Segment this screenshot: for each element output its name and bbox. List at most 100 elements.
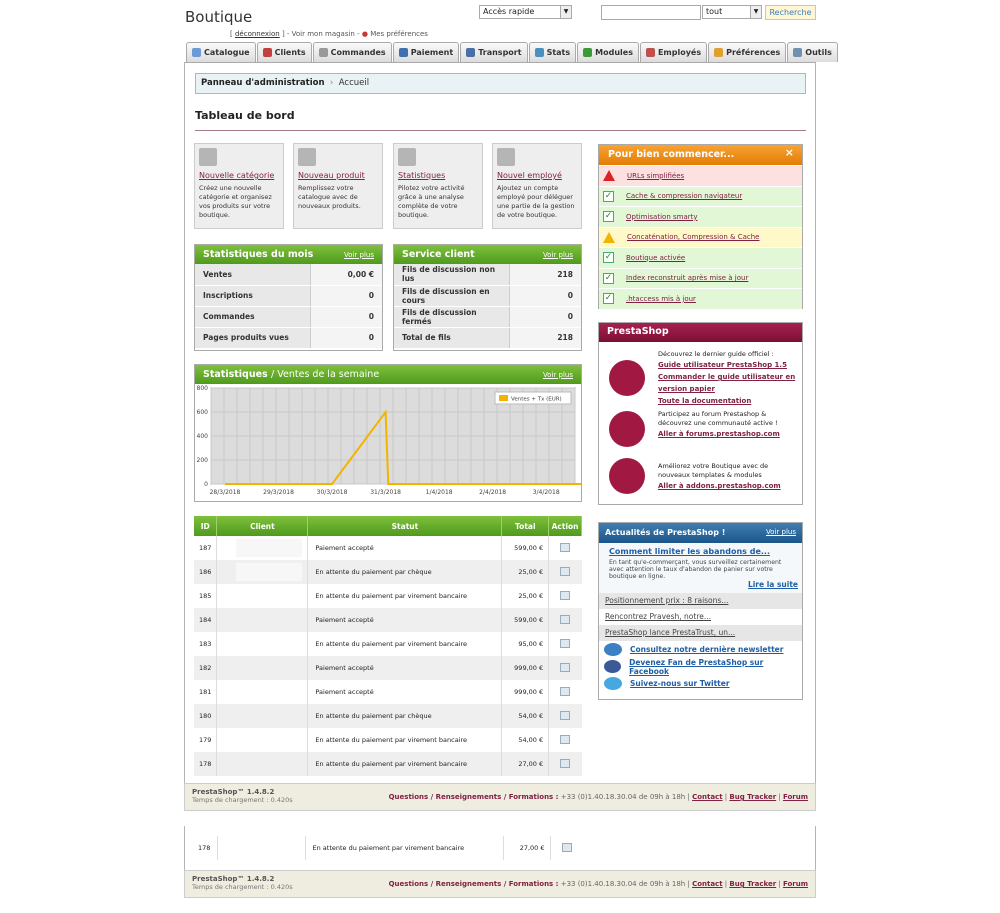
tab-employés[interactable]: Employés: [639, 42, 708, 62]
quick-access-select[interactable]: Accès rapide ▼: [479, 5, 572, 19]
new-employee-link[interactable]: Nouvel employé: [497, 171, 577, 180]
quick-action-product[interactable]: Nouveau produit Remplissez votre catalogu…: [293, 143, 383, 229]
legend-label: Ventes + Tx (EUR): [511, 397, 562, 403]
order-status: Paiement accepté: [307, 656, 503, 680]
table-row[interactable]: 181 Paiement accepté 999,00 €: [194, 680, 582, 704]
table-row[interactable]: 182 Paiement accepté 999,00 €: [194, 656, 582, 680]
view-icon[interactable]: [560, 614, 571, 624]
view-icon[interactable]: [560, 710, 571, 720]
x-tick-label: 31/3/2018: [370, 489, 401, 496]
checklist-link[interactable]: .htaccess mis à jour: [626, 295, 696, 303]
view-icon[interactable]: [560, 542, 571, 552]
new-product-link[interactable]: Nouveau produit: [298, 171, 378, 180]
breadcrumb-root[interactable]: Panneau d'administration: [201, 78, 325, 88]
y-tick-label: 400: [197, 433, 209, 440]
view-icon[interactable]: [560, 566, 571, 576]
service-more-link[interactable]: Voir plus: [543, 251, 573, 259]
addons-icon: [609, 458, 645, 494]
table-row[interactable]: 178 En attente du paiement par virement b…: [194, 752, 582, 776]
contact-link[interactable]: Contact: [692, 793, 723, 801]
column-header[interactable]: Action: [548, 516, 582, 536]
order-id: 179: [194, 728, 218, 752]
tab-stats[interactable]: Stats: [528, 42, 577, 62]
checklist-link[interactable]: URLs simplifiées: [627, 172, 684, 180]
news-item-link[interactable]: PrestaShop lance PrestaTrust, un...: [605, 628, 735, 637]
twitter-link[interactable]: Suivez-nous sur Twitter: [630, 679, 730, 688]
order-guide-link[interactable]: Commander le guide utilisateur en versio…: [658, 371, 798, 395]
tab-commandes[interactable]: Commandes: [312, 42, 392, 62]
table-row[interactable]: 184 Paiement accepté 599,00 €: [194, 608, 582, 632]
order-client: [216, 536, 309, 560]
checklist-link[interactable]: Optimisation smarty: [626, 213, 698, 221]
table-row[interactable]: 183 En attente du paiement par virement b…: [194, 632, 582, 656]
view-icon[interactable]: [560, 758, 571, 768]
stat-row: Inscriptions 0: [195, 285, 382, 307]
table-row[interactable]: 186 En attente du paiement par chèque 25,0…: [194, 560, 582, 584]
forum-footer-link[interactable]: Forum: [783, 793, 808, 801]
order-id: 183: [194, 632, 218, 656]
contact-link[interactable]: Contact: [692, 880, 723, 888]
view-icon[interactable]: [560, 638, 571, 648]
tab-transport[interactable]: Transport: [460, 42, 528, 62]
table-row[interactable]: 179 En attente du paiement par virement b…: [194, 728, 582, 752]
checklist-link[interactable]: Index reconstruit après mise à jour: [626, 274, 748, 282]
quick-action-employee[interactable]: Nouvel employé Ajoutez un compte employé …: [492, 143, 582, 229]
x-tick-label: 29/3/2018: [263, 489, 294, 496]
bug-tracker-link[interactable]: Bug Tracker: [729, 793, 776, 801]
column-header[interactable]: Total: [501, 516, 550, 536]
news-more-link[interactable]: Voir plus: [766, 528, 796, 536]
checklist-link[interactable]: Cache & compression navigateur: [626, 192, 742, 200]
new-category-link[interactable]: Nouvelle catégorie: [199, 171, 279, 180]
checklist-link[interactable]: Concaténation, Compression & Cache: [627, 233, 759, 241]
order-status: En attente du paiement par virement banc…: [307, 728, 503, 752]
table-row[interactable]: 185 En attente du paiement par virement b…: [194, 584, 582, 608]
order-status: En attente du paiement par chèque: [307, 704, 503, 728]
quick-action-stats[interactable]: Statistiques Pilotez votre activité grâce…: [393, 143, 483, 229]
tab-catalogue[interactable]: Catalogue: [186, 42, 256, 62]
facebook-link[interactable]: Devenez Fan de PrestaShop sur Facebook: [629, 658, 797, 676]
table-row[interactable]: 180 En attente du paiement par chèque 54,0…: [194, 704, 582, 728]
column-header[interactable]: Statut: [307, 516, 503, 536]
docs-link[interactable]: Toute la documentation: [658, 395, 798, 407]
search-button[interactable]: Recherche: [765, 5, 816, 20]
forum-footer-link[interactable]: Forum: [783, 880, 808, 888]
tab-préférences[interactable]: Préférences: [708, 42, 787, 62]
bug-tracker-link[interactable]: Bug Tracker: [729, 880, 776, 888]
logout-link[interactable]: déconnexion: [235, 30, 280, 38]
view-icon[interactable]: [560, 686, 571, 696]
quick-action-category[interactable]: Nouvelle catégorie Créez une nouvelle cat…: [194, 143, 284, 229]
order-total: 999,00 €: [501, 680, 550, 704]
tab-modules[interactable]: Modules: [577, 42, 639, 62]
view-icon[interactable]: [561, 842, 572, 852]
chart-more-link[interactable]: Voir plus: [543, 371, 573, 379]
search-input[interactable]: [601, 5, 701, 20]
preferences-link[interactable]: Mes préférences: [370, 30, 428, 38]
view-icon[interactable]: [560, 662, 571, 672]
tab-icon: [192, 48, 201, 57]
newsletter-link[interactable]: Consultez notre dernière newsletter: [630, 645, 783, 654]
search-scope-select[interactable]: tout ▼: [702, 5, 762, 19]
view-shop-link[interactable]: Voir mon magasin: [292, 30, 355, 38]
news-item-link[interactable]: Rencontrez Pravesh, notre...: [605, 612, 711, 621]
tab-outils[interactable]: Outils: [787, 42, 838, 62]
addons-link[interactable]: Aller à addons.prestashop.com: [658, 480, 798, 492]
column-header[interactable]: ID: [194, 516, 218, 536]
stats-link[interactable]: Statistiques: [398, 171, 478, 180]
month-stats-more-link[interactable]: Voir plus: [344, 251, 374, 259]
column-header[interactable]: Client: [216, 516, 309, 536]
view-icon[interactable]: [560, 734, 571, 744]
tab-paiement[interactable]: Paiement: [392, 42, 460, 62]
guide-link[interactable]: Guide utilisateur PrestaShop 1.5: [658, 359, 798, 371]
close-icon[interactable]: ×: [785, 146, 794, 159]
order-status: Paiement accepté: [307, 680, 503, 704]
forum-link[interactable]: Aller à forums.prestashop.com: [658, 428, 798, 440]
check-icon: ✓: [603, 211, 614, 223]
read-more-link[interactable]: Lire la suite: [748, 580, 798, 589]
order-client: [216, 728, 309, 752]
tab-clients[interactable]: Clients: [256, 42, 312, 62]
news-headline-link[interactable]: Comment limiter les abandons de...: [609, 547, 770, 556]
checklist-link[interactable]: Boutique activée: [626, 254, 685, 262]
view-icon[interactable]: [560, 590, 571, 600]
table-row[interactable]: 187 Paiement accepté 599,00 €: [194, 536, 582, 560]
news-item-link[interactable]: Positionnement prix : 8 raisons...: [605, 596, 728, 605]
